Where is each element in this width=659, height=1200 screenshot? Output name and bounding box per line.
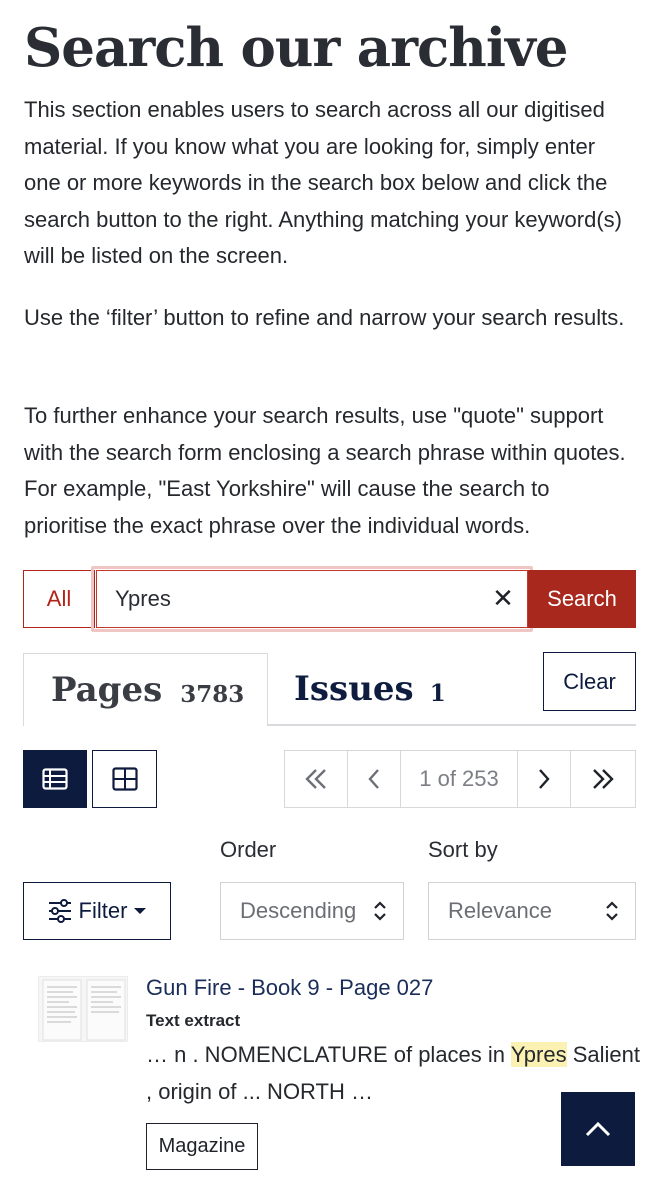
result-subtitle: Text extract <box>146 1011 241 1030</box>
chevron-up-icon <box>585 1121 611 1137</box>
clear-search-icon[interactable]: ✕ <box>490 583 516 613</box>
order-select[interactable]: Descending <box>220 882 404 940</box>
page-title: Search our archive <box>24 17 568 79</box>
back-to-top-button[interactable] <box>561 1092 635 1166</box>
list-view-icon <box>42 768 68 790</box>
chevron-right-icon <box>539 769 550 789</box>
tab-issues-label: Issues <box>294 669 414 709</box>
up-down-chevron-icon <box>606 901 618 921</box>
prev-page-button[interactable] <box>348 751 401 807</box>
sort-select[interactable]: Relevance <box>428 882 636 940</box>
tab-issues[interactable]: Issues 1 <box>268 653 518 725</box>
up-down-chevron-icon <box>374 901 386 921</box>
tab-issues-count: 1 <box>429 679 446 707</box>
snippet-before: … n . NOMENCLATURE of places in <box>146 1042 511 1067</box>
pagination: 1 of 253 <box>284 750 636 808</box>
result-type-badge[interactable]: Magazine <box>146 1123 258 1170</box>
search-button[interactable]: Search <box>528 570 636 628</box>
list-view-button[interactable] <box>23 750 87 808</box>
result-thumbnail[interactable] <box>38 976 128 1042</box>
search-input[interactable]: Ypres <box>96 570 528 628</box>
double-chevron-left-icon <box>305 769 326 789</box>
search-scope-button[interactable]: All <box>23 570 95 628</box>
tab-pages-count: 3783 <box>180 680 245 708</box>
order-label: Order <box>220 837 277 862</box>
snippet-highlight: Ypres <box>510 1042 567 1067</box>
filter-label: Filter <box>78 898 128 923</box>
quote-help-paragraph: To further enhance your search results, … <box>24 403 626 538</box>
double-chevron-right-icon <box>592 769 614 789</box>
clear-button[interactable]: Clear <box>543 652 636 711</box>
sort-value: Relevance <box>448 898 552 923</box>
sliders-icon <box>48 899 71 923</box>
result-title-link[interactable]: Gun Fire - Book 9 - Page 027 <box>146 975 433 1001</box>
caret-down-icon <box>134 908 147 914</box>
grid-view-icon <box>111 767 138 791</box>
tab-pages[interactable]: Pages 3783 <box>23 653 268 726</box>
order-value: Descending <box>240 898 357 923</box>
intro-paragraph: This section enables users to search acr… <box>24 97 622 268</box>
filter-help-paragraph: Use the ‘filter’ button to refine and na… <box>24 305 625 330</box>
next-page-button[interactable] <box>518 751 571 807</box>
document-page-thumbnail <box>42 979 126 1041</box>
sort-label: Sort by <box>428 837 498 862</box>
page-indicator: 1 of 253 <box>401 751 518 807</box>
tab-pages-label: Pages <box>51 670 163 710</box>
filter-button[interactable]: Filter <box>23 882 171 940</box>
grid-view-button[interactable] <box>92 750 157 808</box>
first-page-button[interactable] <box>285 751 348 807</box>
last-page-button[interactable] <box>571 751 634 807</box>
chevron-left-icon <box>368 769 379 789</box>
